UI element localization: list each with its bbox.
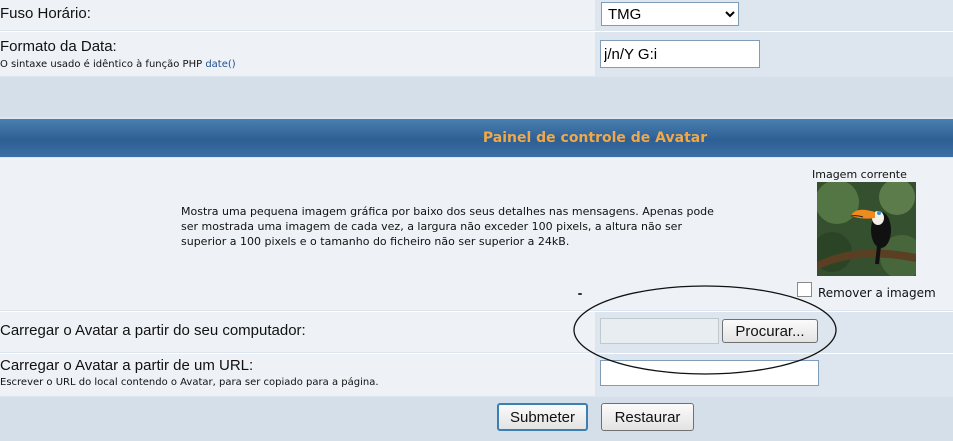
- php-date-link[interactable]: date(): [205, 59, 235, 70]
- reset-button[interactable]: Restaurar: [601, 403, 694, 431]
- action-row: [0, 397, 953, 441]
- upload-computer-label: Carregar o Avatar a partir do seu comput…: [0, 322, 306, 339]
- timezone-select[interactable]: TMG: [601, 2, 739, 26]
- avatar-panel-header: Painel de controle de Avatar: [0, 119, 953, 157]
- upload-url-label: Carregar o Avatar a partir de um URL:: [0, 357, 254, 374]
- upload-url-help: Escrever o URL do local contendo o Avata…: [0, 377, 379, 388]
- date-format-label: Formato da Data:: [0, 38, 117, 55]
- current-image-label: Imagem corrente: [812, 168, 907, 181]
- avatar-panel-title: Painel de controle de Avatar: [482, 130, 708, 146]
- date-format-help-text: O sintaxe usado é idêntico à função PHP: [0, 59, 203, 70]
- avatar-description: Mostra uma pequena imagem gráfica por ba…: [181, 205, 714, 248]
- toucan-picture: [817, 182, 916, 276]
- date-format-input[interactable]: [600, 40, 760, 68]
- timezone-label: Fuso Horário:: [0, 5, 91, 22]
- spacer-row: [0, 77, 953, 117]
- annotation-ellipse: [573, 285, 837, 375]
- current-avatar-image: [817, 182, 916, 276]
- submit-button[interactable]: Submeter: [497, 403, 588, 431]
- date-format-help: O sintaxe usado é idêntico à função PHP …: [0, 59, 236, 70]
